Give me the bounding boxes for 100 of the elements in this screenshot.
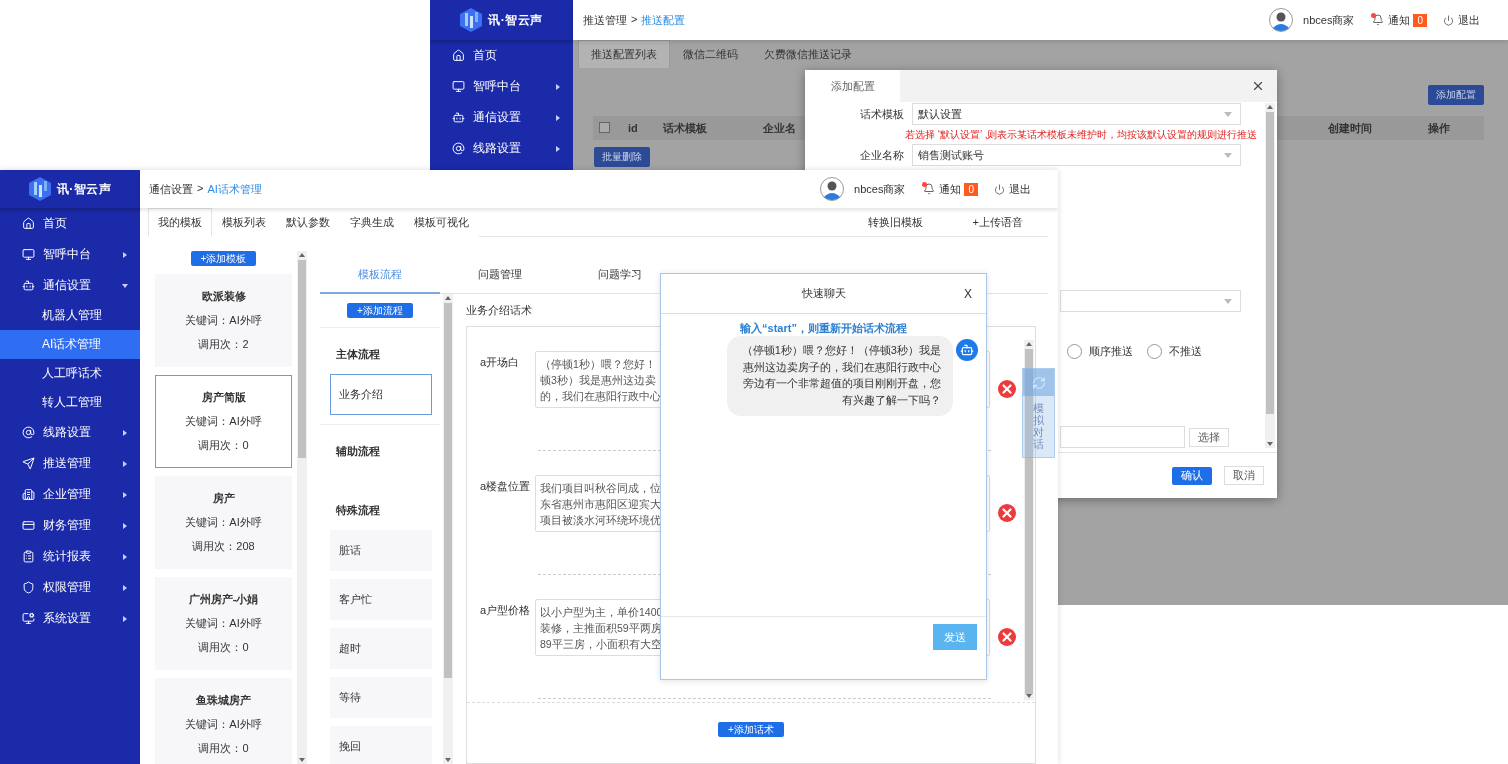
notice-link[interactable]: 通知 [1388, 12, 1411, 28]
scroll-up-icon[interactable] [1267, 105, 1273, 109]
choose-button[interactable]: 选择 [1189, 427, 1229, 447]
chat-hint: 输入“start”，则重新开始话术流程 [739, 321, 908, 336]
select-field[interactable]: 默认设置 [912, 103, 1241, 125]
add-script-button[interactable]: +添加话术 [718, 722, 784, 737]
flow-item[interactable]: 挽回 [330, 726, 432, 764]
confirm-button[interactable]: 确认 [1172, 466, 1212, 485]
submenu-item[interactable]: 转人工管理 [0, 388, 140, 417]
template-keyword: 关键词：AI外呼 [185, 414, 262, 429]
menu-item[interactable]: 系统设置 [0, 603, 140, 634]
scrollbar[interactable] [443, 294, 453, 764]
breadcrumb-link[interactable]: 推送管理 [583, 12, 627, 28]
scroll-up-icon[interactable] [1026, 342, 1032, 346]
menu-item[interactable]: 企业管理 [0, 479, 140, 510]
flow-item[interactable]: 脏话 [330, 530, 432, 571]
radio-label: 顺序推送 [1089, 343, 1133, 359]
breadcrumb-link[interactable]: 通信设置 [149, 181, 193, 197]
add-flow-button[interactable]: +添加流程 [347, 303, 413, 318]
template-keyword: 关键词：AI外呼 [185, 717, 262, 732]
tab[interactable]: 我的模板 [148, 208, 212, 237]
add-template-button[interactable]: +添加模板 [190, 251, 257, 266]
column-header: 话术模板 [663, 120, 707, 136]
bell-icon[interactable] [923, 183, 936, 195]
tab[interactable]: 问题管理 [440, 257, 560, 294]
refresh-icon [1031, 375, 1046, 390]
select-field[interactable]: 销售测试账号 [912, 144, 1241, 166]
scrollbar[interactable] [1024, 340, 1034, 700]
tab[interactable]: 模板流程 [320, 257, 440, 294]
menu-item[interactable]: 推送管理 [0, 448, 140, 479]
menu-item[interactable]: 通信设置 [430, 102, 573, 133]
scrollbar[interactable] [1265, 103, 1275, 448]
avatar-icon[interactable] [820, 177, 845, 201]
action-link[interactable]: 转换旧模板 [842, 208, 948, 236]
home-icon [22, 217, 35, 230]
scroll-down-icon[interactable] [445, 758, 451, 762]
logo-text: 讯·智云声 [488, 11, 543, 29]
delete-icon[interactable] [998, 380, 1016, 398]
template-card[interactable]: 房产 关键词：AI外呼 调用次：208 [155, 476, 292, 569]
logo-text: 讯·智云声 [56, 180, 112, 198]
menu-item[interactable]: 权限管理 [0, 572, 140, 603]
menu-item[interactable]: 财务管理 [0, 510, 140, 541]
scrollbar[interactable] [297, 251, 307, 764]
template-card[interactable]: 欧派装修 关键词：AI外呼 调用次：2 [155, 274, 292, 367]
menu-item[interactable]: 统计报表 [0, 541, 140, 572]
robot-icon [956, 339, 978, 361]
flow-item[interactable]: 业务介绍 [330, 374, 432, 415]
submenu-item[interactable]: 人工呼话术 [0, 359, 140, 388]
flow-group-title: 主体流程 [335, 346, 381, 362]
menu-item[interactable]: 线路设置 [0, 417, 140, 448]
monitor-icon [22, 248, 35, 261]
scroll-down-icon[interactable] [299, 758, 305, 762]
flow-item[interactable]: 超时 [330, 628, 432, 669]
add-config-button[interactable]: 添加配置 [1428, 85, 1484, 105]
template-calls: 调用次：0 [198, 741, 249, 756]
logout-link[interactable]: 退出 [1009, 181, 1031, 197]
close-button[interactable]: X [964, 286, 972, 301]
template-card[interactable]: 鱼珠城房产 关键词：AI外呼 调用次：0 [155, 678, 292, 764]
avatar-icon[interactable] [1269, 8, 1294, 32]
logout-link[interactable]: 退出 [1458, 12, 1480, 28]
flow-item[interactable]: 等待 [330, 677, 432, 718]
tab[interactable]: 欠费微信推送记录 [751, 40, 865, 68]
cancel-button[interactable]: 取消 [1224, 466, 1264, 485]
menu-item[interactable]: 智呼中台 [430, 71, 573, 102]
template-card[interactable]: 房产简版 关键词：AI外呼 调用次：0 [155, 375, 292, 468]
script-label: a户型价格 [479, 603, 532, 618]
field-label: 企业名称 [859, 147, 905, 163]
submenu-item[interactable]: AI话术管理 [0, 330, 140, 359]
scroll-down-icon[interactable] [1267, 442, 1273, 446]
robot-icon [452, 111, 465, 124]
caret-icon [1224, 152, 1232, 158]
submenu-item[interactable]: 机器人管理 [0, 301, 140, 330]
bell-icon[interactable] [1372, 14, 1385, 26]
menu-item[interactable]: 智呼中台 [0, 239, 140, 270]
menu-item[interactable]: 线路设置 [430, 133, 573, 164]
input-field[interactable] [1060, 426, 1185, 448]
notice-link[interactable]: 通知 [939, 181, 962, 197]
dialog-tab[interactable]: 添加配置 [805, 70, 900, 102]
flow-group-title: 特殊流程 [335, 502, 381, 518]
checkbox[interactable] [599, 121, 610, 133]
delete-icon[interactable] [998, 504, 1016, 522]
batch-delete-button[interactable]: 批量删除 [594, 147, 650, 167]
template-name: 欧派装修 [201, 289, 246, 304]
scroll-up-icon[interactable] [299, 253, 305, 257]
menu-item[interactable]: 首页 [430, 40, 573, 71]
radio-label: 不推送 [1169, 343, 1202, 359]
select-field[interactable] [1060, 290, 1241, 312]
flow-item[interactable]: 客户忙 [330, 579, 432, 620]
scroll-up-icon[interactable] [445, 296, 451, 300]
menu-item[interactable]: 首页 [0, 208, 140, 239]
tab[interactable]: 微信二维码 [670, 40, 751, 68]
power-icon[interactable] [1443, 14, 1454, 26]
delete-icon[interactable] [998, 628, 1016, 646]
menu-item[interactable]: 通信设置 [0, 270, 140, 301]
user-name[interactable]: nbces商家 [1303, 12, 1355, 28]
user-name[interactable]: nbces商家 [854, 181, 906, 197]
tab[interactable]: 推送配置列表 [578, 40, 670, 68]
template-card[interactable]: 广州房产-小娟 关键词：AI外呼 调用次：0 [155, 577, 292, 670]
action-link[interactable]: +上传语音 [947, 208, 1048, 236]
power-icon[interactable] [994, 183, 1005, 195]
